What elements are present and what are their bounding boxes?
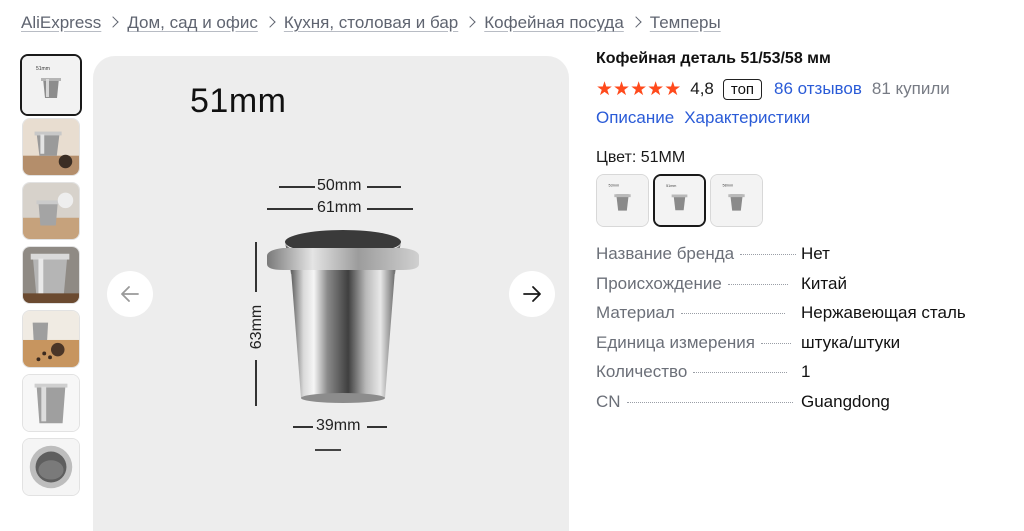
rating-stars: ★ ★ ★ ★ ★: [596, 80, 681, 99]
spec-key: CN: [596, 391, 621, 411]
thumbnail-1[interactable]: 51mm: [20, 54, 82, 116]
sold-count: 81 купили: [871, 79, 950, 98]
chevron-right-icon: [264, 16, 276, 28]
main-product-image: 51mm 50mm 61mm 63mm 39mm: [93, 56, 569, 531]
arrow-left-icon: [121, 286, 139, 302]
previous-image-button[interactable]: [107, 271, 153, 317]
chevron-right-icon: [107, 16, 119, 28]
star-icon: ★: [647, 78, 665, 100]
breadcrumb-item-tampers[interactable]: Темперы: [650, 13, 721, 33]
thumbnail-2[interactable]: [22, 118, 80, 176]
svg-text:51mm: 51mm: [36, 66, 50, 72]
spec-value: Китай: [801, 273, 847, 293]
dimension-line: [367, 186, 401, 188]
color-swatch-1[interactable]: 53mm: [596, 174, 649, 227]
spec-row: Количество 1: [596, 362, 1006, 392]
dimension-line: [279, 186, 315, 188]
section-links: Описание Характеристики: [596, 105, 1006, 131]
dimension-rim-width: 61mm: [317, 199, 362, 216]
spec-row: Название бренда Нет: [596, 244, 1006, 274]
thumbnail-4[interactable]: [22, 246, 80, 304]
chevron-right-icon: [464, 16, 476, 28]
breadcrumb-item-aliexpress[interactable]: AliExpress: [21, 13, 101, 33]
dimension-line: [293, 426, 313, 428]
star-icon: ★: [613, 78, 631, 100]
star-icon: ★: [596, 78, 614, 100]
spec-row: Единица измерения штука/штуки: [596, 333, 1006, 363]
dimension-line: [255, 360, 257, 406]
rating-row: ★ ★ ★ ★ ★ 4,8 топ 86 отзывов 81 купили: [596, 75, 1006, 103]
description-link[interactable]: Описание: [596, 108, 674, 128]
top-badge: топ: [722, 78, 763, 100]
arrow-right-icon: [523, 286, 541, 302]
dimension-line: [367, 208, 413, 210]
product-info-panel: Кофейная деталь 51/53/58 мм ★ ★ ★ ★ ★ 4,…: [596, 50, 1006, 422]
spec-key: Название бренда: [596, 244, 735, 263]
dosing-cup-image: [267, 230, 419, 403]
dimension-line: [267, 208, 313, 210]
dimension-line: [367, 426, 387, 428]
color-label: Цвет: 51MM: [596, 149, 686, 166]
spec-key: Происхождение: [596, 273, 722, 293]
spec-key: Количество: [596, 362, 688, 382]
svg-text:58mm: 58mm: [723, 184, 734, 188]
spec-value: Нет: [801, 244, 830, 263]
breadcrumb-item-kitchen[interactable]: Кухня, столовая и бар: [284, 13, 458, 33]
next-image-button[interactable]: [509, 271, 555, 317]
star-icon: ★: [664, 78, 682, 100]
chevron-right-icon: [630, 16, 642, 28]
color-swatches: 53mm 51mm 58mm: [596, 174, 1006, 227]
color-swatch-3[interactable]: 58mm: [710, 174, 763, 227]
thumbnail-6[interactable]: [22, 374, 80, 432]
rating-value: 4,8: [690, 79, 714, 98]
reviews-link[interactable]: 86 отзывов: [774, 79, 862, 99]
thumbnail-3[interactable]: [22, 182, 80, 240]
breadcrumb-item-coffeeware[interactable]: Кофейная посуда: [484, 13, 624, 33]
spec-key: Материал: [596, 303, 675, 323]
spec-row: Материал Нержавеющая сталь: [596, 303, 1006, 333]
spec-row: Происхождение Китай: [596, 274, 1006, 304]
product-title: Кофейная деталь 51/53/58 мм: [596, 50, 831, 67]
thumbnail-5[interactable]: [22, 310, 80, 368]
dimension-line: [315, 449, 341, 451]
dimension-top-width: 50mm: [317, 177, 362, 194]
spec-value: Guangdong: [801, 391, 890, 411]
dimension-line: [255, 242, 257, 292]
color-swatch-2[interactable]: 51mm: [653, 174, 706, 227]
thumbnail-7[interactable]: [22, 438, 80, 496]
spec-value: 1: [801, 362, 811, 382]
spec-value: штука/штуки: [801, 332, 901, 352]
spec-key: Единица измерения: [596, 332, 755, 352]
svg-text:53mm: 53mm: [609, 184, 620, 188]
spec-table: Название бренда Нет Происхождение Китай …: [596, 244, 1006, 422]
thumbnail-list: 51mm: [20, 54, 84, 502]
star-icon: ★: [630, 78, 648, 100]
svg-text:51mm: 51mm: [666, 184, 676, 188]
characteristics-link[interactable]: Характеристики: [684, 108, 810, 128]
dimension-bottom-width: 39mm: [316, 417, 361, 434]
breadcrumb-item-home-garden[interactable]: Дом, сад и офис: [127, 13, 258, 33]
spec-value: Нержавеющая сталь: [801, 303, 966, 323]
image-size-label: 51mm: [190, 82, 287, 120]
breadcrumb: AliExpress Дом, сад и офис Кухня, столов…: [21, 12, 721, 34]
spec-row: CN Guangdong: [596, 392, 1006, 422]
